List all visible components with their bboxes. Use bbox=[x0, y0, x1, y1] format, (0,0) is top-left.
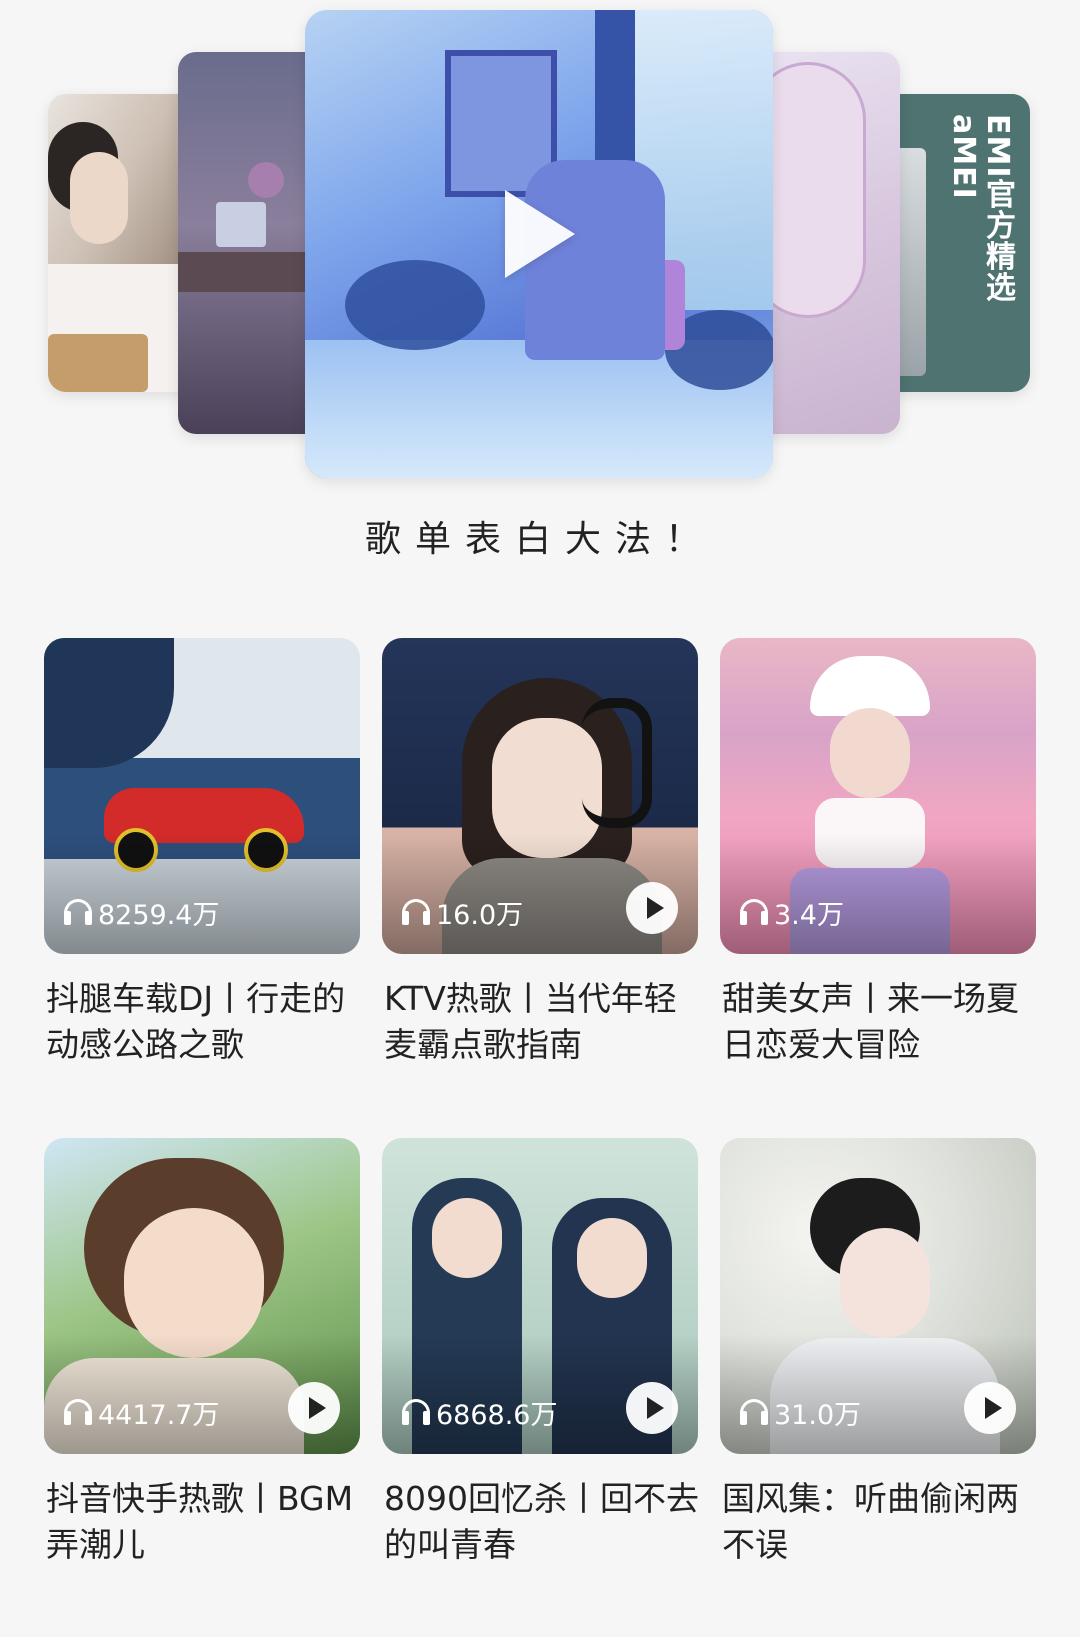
play-count: 31.0万 bbox=[740, 1392, 861, 1432]
card-art-leaf bbox=[345, 260, 485, 350]
play-count: 3.4万 bbox=[740, 892, 844, 932]
headphone-icon bbox=[402, 899, 430, 925]
cover-art bbox=[810, 656, 930, 716]
playlist-title[interactable]: 甜美女声丨来一场夏日恋爱大冒险 bbox=[722, 976, 1038, 1068]
playlist-cover[interactable]: 4417.7万 bbox=[44, 1138, 360, 1454]
play-count: 16.0万 bbox=[402, 892, 523, 932]
play-count: 8259.4万 bbox=[64, 892, 219, 932]
carousel-card-featured[interactable] bbox=[305, 10, 773, 478]
banner-carousel[interactable]: EMI官方精选 aMEI bbox=[0, 0, 1080, 490]
card-art-screen bbox=[216, 202, 266, 247]
play-icon[interactable] bbox=[964, 1382, 1016, 1434]
play-count-value: 31.0万 bbox=[774, 1399, 862, 1431]
play-icon[interactable] bbox=[626, 882, 678, 934]
carousel-card-1[interactable] bbox=[48, 94, 198, 392]
play-count-value: 8259.4万 bbox=[98, 899, 220, 931]
playlist-title[interactable]: 抖腿车载DJ丨行走的动感公路之歌 bbox=[46, 976, 362, 1068]
headphone-icon bbox=[740, 1399, 768, 1425]
cover-art bbox=[830, 708, 910, 798]
play-count-value: 6868.6万 bbox=[436, 1399, 558, 1431]
headphone-icon bbox=[740, 899, 768, 925]
cover-art bbox=[44, 638, 174, 768]
play-count: 6868.6万 bbox=[402, 1392, 557, 1432]
playlist-title[interactable]: 国风集：听曲偷闲两不误 bbox=[722, 1476, 1038, 1568]
play-count-value: 16.0万 bbox=[436, 899, 524, 931]
carousel-card-5[interactable]: EMI官方精选 aMEI bbox=[880, 94, 1030, 392]
play-count: 4417.7万 bbox=[64, 1392, 219, 1432]
card-art-basket bbox=[48, 334, 148, 392]
playlist-cover[interactable]: 6868.6万 bbox=[382, 1138, 698, 1454]
card-art-face bbox=[70, 152, 128, 244]
headphone-icon bbox=[64, 1399, 92, 1425]
banner-title: 歌单表白大法！ bbox=[364, 519, 715, 560]
side-card-label: EMI官方精选 aMEI bbox=[946, 114, 1015, 303]
playlist-title[interactable]: 8090回忆杀丨回不去的叫青春 bbox=[384, 1476, 700, 1568]
play-icon[interactable] bbox=[288, 1382, 340, 1434]
play-icon[interactable] bbox=[626, 1382, 678, 1434]
play-icon[interactable] bbox=[505, 190, 575, 278]
playlist-cover[interactable]: 8259.4万 bbox=[44, 638, 360, 954]
headphone-icon bbox=[64, 899, 92, 925]
headphone-icon bbox=[402, 1399, 430, 1425]
playlist-title[interactable]: KTV热歌丨当代年轻麦霸点歌指南 bbox=[384, 976, 700, 1068]
playlist-title[interactable]: 抖音快手热歌丨BGM弄潮儿 bbox=[46, 1476, 362, 1568]
cover-art bbox=[577, 1218, 647, 1298]
cover-art bbox=[432, 1198, 502, 1278]
cover-art bbox=[582, 698, 652, 828]
card-art-lamp bbox=[248, 162, 284, 198]
playlist-cover[interactable]: 31.0万 bbox=[720, 1138, 1036, 1454]
play-count-value: 3.4万 bbox=[774, 899, 844, 931]
playlist-cover[interactable]: 16.0万 bbox=[382, 638, 698, 954]
play-count-value: 4417.7万 bbox=[98, 1399, 220, 1431]
playlist-cover[interactable]: 3.4万 bbox=[720, 638, 1036, 954]
cover-art bbox=[840, 1228, 930, 1338]
